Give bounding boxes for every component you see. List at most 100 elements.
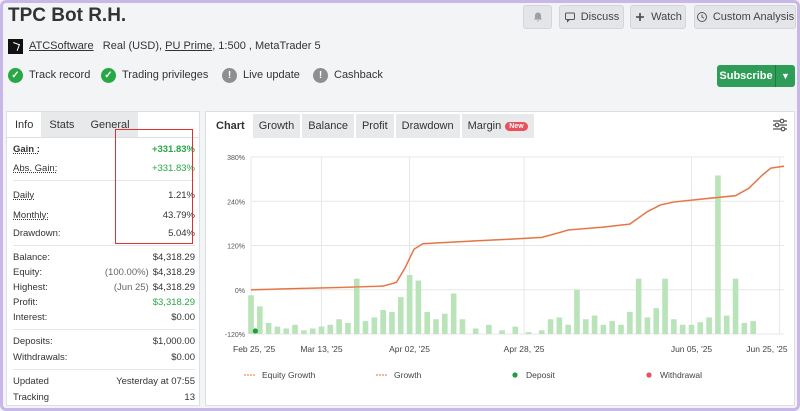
tab-growth[interactable]: Growth <box>252 114 301 138</box>
tab-general[interactable]: General <box>82 112 138 137</box>
chevron-down-icon[interactable]: ▼ <box>775 65 795 87</box>
bar <box>309 328 316 334</box>
stat-abs-gain: Abs. Gain: +331.83% <box>13 163 195 174</box>
bar <box>248 295 254 334</box>
divider <box>13 329 195 330</box>
broker-link[interactable]: PU Prime <box>165 40 212 52</box>
legend-swatch <box>646 372 652 378</box>
new-badge: New <box>505 121 528 131</box>
stat-withdrawals: Withdrawals: $0.00 <box>13 352 195 363</box>
bar <box>283 328 290 334</box>
clock-icon <box>696 12 707 22</box>
stat-gain: Gain : +331.83% <box>13 144 195 155</box>
badge-live-update[interactable]: ! Live update <box>222 65 300 85</box>
bar <box>397 297 404 334</box>
custom-analysis-button[interactable]: Custom Analysis <box>694 5 796 29</box>
legend-label: Growth <box>394 370 422 380</box>
y-tick-label: 380% <box>227 155 245 162</box>
badge-label: Track record <box>29 69 91 81</box>
stat-interest: Interest: $0.00 <box>13 312 195 323</box>
legend-label: Equity Growth <box>262 370 316 380</box>
bar <box>556 317 563 334</box>
tab-profit[interactable]: Profit <box>355 114 394 138</box>
stat-updated: Updated Yesterday at 07:55 <box>13 376 195 387</box>
bar <box>565 324 571 334</box>
chart-legend: Equity Growth Growth Deposit Withdrawal <box>244 370 702 380</box>
equity-growth-line <box>250 165 785 291</box>
chart-tabs: Chart Growth Balance Profit Drawdown Mar… <box>210 114 536 138</box>
author-link[interactable]: ATCSoftware <box>29 40 94 52</box>
bar <box>371 317 378 334</box>
legend-label: Deposit <box>526 370 555 380</box>
y-tick-label: 0% <box>235 288 245 295</box>
stat-monthly: Monthly: 43.79% <box>13 210 195 221</box>
page-title: TPC Bot R.H. <box>8 5 127 26</box>
author-logo-icon <box>8 38 23 54</box>
badge-cashback[interactable]: ! Cashback <box>313 65 383 85</box>
bar <box>618 324 624 334</box>
bar <box>265 322 272 334</box>
badge-label: Cashback <box>334 69 383 81</box>
bar <box>741 322 748 334</box>
legend-swatch <box>512 372 518 378</box>
x-tick-label: Apr 28, '25 <box>504 344 545 354</box>
check-icon: ✓ <box>8 67 23 83</box>
tab-margin[interactable]: Margin New <box>461 114 534 138</box>
bar <box>486 324 492 334</box>
bar <box>274 326 281 334</box>
bar <box>459 319 466 334</box>
badge-label: Trading privileges <box>122 69 209 81</box>
deposit-point <box>252 328 259 334</box>
bar <box>591 315 598 334</box>
stat-drawdown: Drawdown: 5.04% <box>13 228 195 239</box>
x-tick-label: Apr 02, '25 <box>389 344 430 354</box>
bar <box>635 278 642 334</box>
bar <box>362 321 369 334</box>
bar <box>318 326 325 334</box>
bar <box>582 319 589 334</box>
divider <box>13 369 195 370</box>
settings-sliders-icon[interactable] <box>772 117 788 133</box>
discuss-button[interactable]: Discuss <box>559 5 624 29</box>
subscribe-label: Subscribe <box>719 70 773 82</box>
notify-button[interactable] <box>523 5 552 29</box>
bar <box>644 317 651 334</box>
bar <box>732 278 739 334</box>
bar <box>671 319 677 334</box>
bar <box>679 324 686 334</box>
bar <box>442 313 448 334</box>
legend-label: Withdrawal <box>660 370 702 380</box>
tab-drawdown[interactable]: Drawdown <box>395 114 460 138</box>
tab-balance[interactable]: Balance <box>302 114 354 138</box>
x-tick-label: Mar 13, '25 <box>300 344 343 354</box>
y-axis-labels: 380% 240% 120% 0% -120% <box>225 155 245 339</box>
x-tick-label: Feb 25, '25 <box>233 344 276 354</box>
bar <box>723 315 730 334</box>
badge-label: Live update <box>243 69 300 81</box>
bar <box>609 321 616 334</box>
account-type: Real (USD), <box>102 40 163 52</box>
bar <box>688 324 695 334</box>
stat-tracking: Tracking 13 <box>13 392 195 403</box>
check-icon: ✓ <box>101 67 116 83</box>
bar <box>715 175 721 334</box>
bar <box>345 322 351 334</box>
tab-info[interactable]: Info <box>7 112 41 137</box>
bar <box>336 319 342 334</box>
badge-track-record[interactable]: ✓ Track record <box>8 65 90 85</box>
watch-button[interactable]: Watch <box>630 5 686 29</box>
tab-chart[interactable]: Chart <box>210 114 251 138</box>
watch-label: Watch <box>651 11 682 23</box>
bar <box>653 308 660 334</box>
bar <box>706 317 712 334</box>
subscribe-button[interactable]: Subscribe ▼ <box>717 65 795 87</box>
account-meta: ATCSoftware Real (USD), PU Prime , 1:500… <box>8 38 321 54</box>
bar <box>257 306 263 334</box>
account-details: , 1:500 , MetaTrader 5 <box>212 40 321 52</box>
comment-icon <box>564 12 575 23</box>
tab-stats[interactable]: Stats <box>41 112 83 137</box>
stat-equity: Equity: (100.00%) $4,318.29 <box>13 267 195 278</box>
y-tick-label: 240% <box>227 199 245 206</box>
bar <box>472 328 479 334</box>
badge-trading-privileges[interactable]: ✓ Trading privileges <box>101 65 208 85</box>
